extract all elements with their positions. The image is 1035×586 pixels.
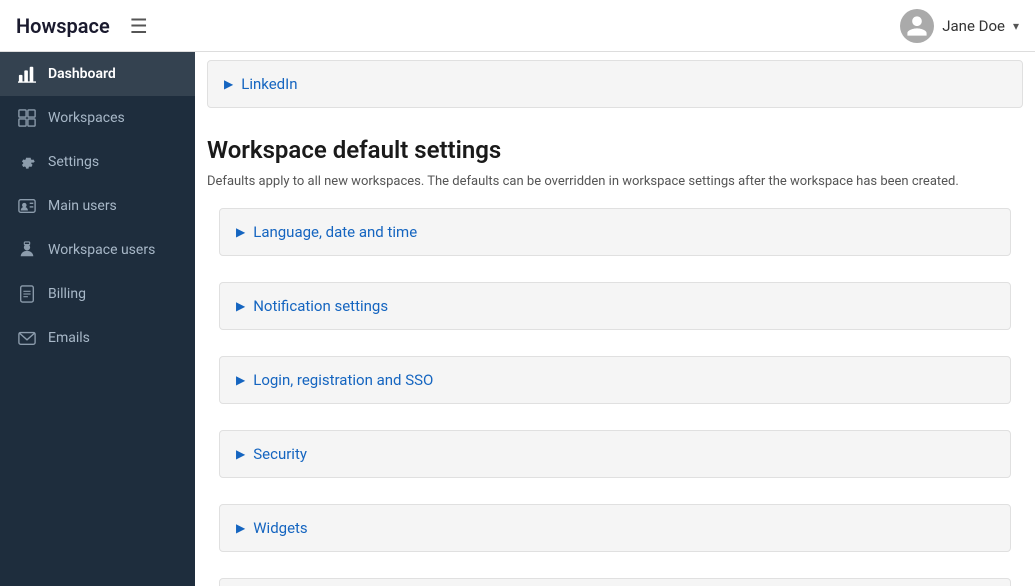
header: Howspace ☰ Jane Doe ▾	[0, 0, 1035, 52]
avatar	[900, 9, 934, 43]
accordion-security-title: Security	[253, 445, 307, 463]
section-description: Defaults apply to all new workspaces. Th…	[207, 172, 1023, 192]
section-title: Workspace default settings	[207, 136, 1023, 164]
accordion-language-title: Language, date and time	[253, 223, 417, 241]
person-badge-icon	[18, 241, 36, 259]
sidebar-label-billing: Billing	[48, 286, 86, 302]
user-menu[interactable]: Jane Doe ▾	[900, 9, 1019, 43]
sidebar-item-workspace-users[interactable]: Workspace users	[0, 228, 195, 272]
person-card-icon	[18, 197, 36, 215]
accordion-widgets-title: Widgets	[253, 519, 307, 537]
user-menu-arrow: ▾	[1013, 19, 1019, 33]
accordion-features-header[interactable]: ▶ Features	[220, 579, 1010, 586]
accordion-linkedin-title: LinkedIn	[241, 75, 297, 93]
accordion-notification-title: Notification settings	[253, 297, 388, 315]
doc-icon	[18, 285, 36, 303]
sidebar-label-emails: Emails	[48, 330, 90, 346]
gear-icon	[18, 153, 36, 171]
accordion-linkedin-header[interactable]: ▶ LinkedIn	[208, 61, 1022, 107]
logo: Howspace	[16, 14, 110, 38]
accordion-language: ▶ Language, date and time	[219, 208, 1011, 256]
accordion-features: ▶ Features	[219, 578, 1011, 586]
section-heading: Workspace default settings Defaults appl…	[195, 116, 1035, 196]
envelope-icon	[18, 329, 36, 347]
sidebar-label-workspace-users: Workspace users	[48, 242, 155, 258]
accordion-notification-arrow: ▶	[236, 299, 245, 313]
main-content: ▶ LinkedIn Workspace default settings De…	[195, 52, 1035, 586]
sidebar-item-dashboard[interactable]: Dashboard	[0, 52, 195, 96]
hamburger-button[interactable]: ☰	[130, 14, 148, 38]
accordion-notification: ▶ Notification settings	[219, 282, 1011, 330]
accordion-language-arrow: ▶	[236, 225, 245, 239]
sidebar-item-billing[interactable]: Billing	[0, 272, 195, 316]
sidebar-item-workspaces[interactable]: Workspaces	[0, 96, 195, 140]
accordion-login-arrow: ▶	[236, 373, 245, 387]
header-left: Howspace ☰	[16, 14, 148, 38]
chart-icon	[18, 65, 36, 83]
accordion-list: ▶ Language, date and time ▶ Notification…	[195, 196, 1035, 586]
sidebar-item-emails[interactable]: Emails	[0, 316, 195, 360]
sidebar-item-settings[interactable]: Settings	[0, 140, 195, 184]
sidebar-label-main-users: Main users	[48, 198, 117, 214]
accordion-login-header[interactable]: ▶ Login, registration and SSO	[220, 357, 1010, 403]
accordion-linkedin: ▶ LinkedIn	[207, 60, 1023, 108]
sidebar-label-workspaces: Workspaces	[48, 110, 125, 126]
app-body: Dashboard Workspaces Settings	[0, 52, 1035, 586]
user-name: Jane Doe	[942, 17, 1005, 35]
accordion-security: ▶ Security	[219, 430, 1011, 478]
sidebar-label-settings: Settings	[48, 154, 99, 170]
accordion-login-title: Login, registration and SSO	[253, 371, 433, 389]
accordion-notification-header[interactable]: ▶ Notification settings	[220, 283, 1010, 329]
accordion-security-arrow: ▶	[236, 447, 245, 461]
accordion-login: ▶ Login, registration and SSO	[219, 356, 1011, 404]
accordion-widgets: ▶ Widgets	[219, 504, 1011, 552]
sidebar-item-main-users[interactable]: Main users	[0, 184, 195, 228]
sidebar-label-dashboard: Dashboard	[48, 66, 116, 82]
accordion-linkedin-arrow: ▶	[224, 77, 233, 91]
accordion-language-header[interactable]: ▶ Language, date and time	[220, 209, 1010, 255]
sidebar: Dashboard Workspaces Settings	[0, 52, 195, 586]
accordion-widgets-header[interactable]: ▶ Widgets	[220, 505, 1010, 551]
accordion-security-header[interactable]: ▶ Security	[220, 431, 1010, 477]
grid-icon	[18, 109, 36, 127]
accordion-widgets-arrow: ▶	[236, 521, 245, 535]
avatar-icon	[905, 14, 929, 38]
